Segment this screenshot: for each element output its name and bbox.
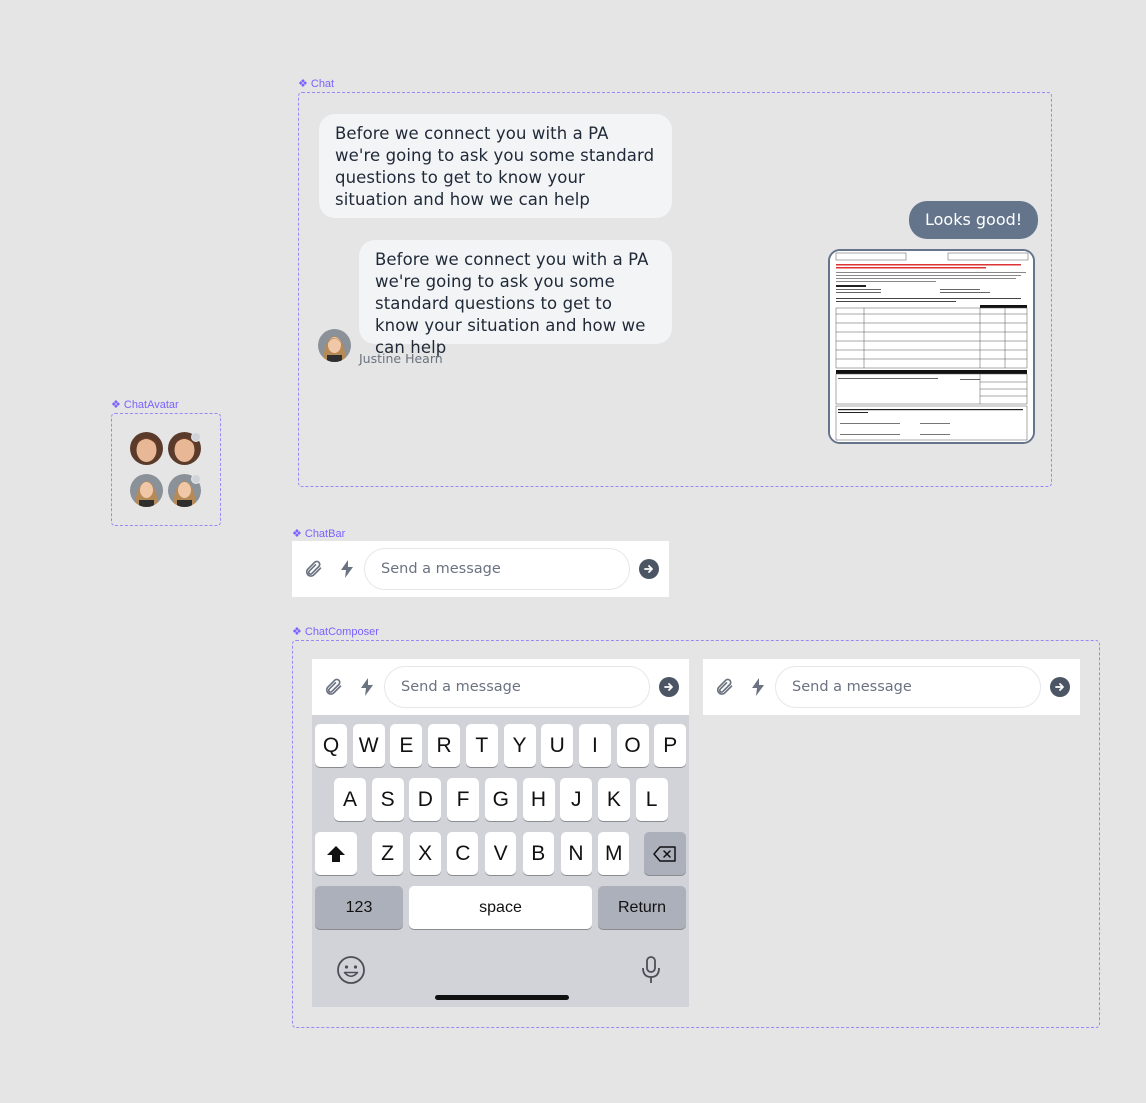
shift-key[interactable] bbox=[315, 832, 357, 875]
key-j[interactable]: J bbox=[560, 778, 593, 821]
reply-text: Looks good! bbox=[925, 210, 1023, 229]
chat-avatar-frame bbox=[111, 413, 221, 526]
shift-icon bbox=[327, 845, 345, 862]
message-input-placeholder: Send a message bbox=[401, 679, 521, 695]
key-h[interactable]: H bbox=[522, 778, 555, 821]
key-b[interactable]: B bbox=[522, 832, 554, 875]
chat-message-bubble: Before we connect you with a PA we're go… bbox=[319, 114, 672, 218]
arrow-right-icon bbox=[1055, 683, 1064, 691]
status-indicator bbox=[191, 432, 201, 442]
key-i[interactable]: I bbox=[578, 724, 611, 767]
lightning-icon[interactable] bbox=[336, 558, 358, 580]
key-t[interactable]: T bbox=[465, 724, 498, 767]
key-q[interactable]: Q bbox=[315, 724, 347, 767]
key-n[interactable]: N bbox=[560, 832, 592, 875]
send-button[interactable] bbox=[659, 677, 679, 697]
message-input-placeholder: Send a message bbox=[381, 561, 501, 577]
status-indicator bbox=[191, 474, 201, 484]
message-input[interactable]: Send a message bbox=[364, 548, 630, 590]
key-p[interactable]: P bbox=[654, 724, 687, 767]
arrow-right-icon bbox=[644, 565, 653, 573]
key-m[interactable]: M bbox=[598, 832, 630, 875]
avatar bbox=[130, 432, 163, 465]
key-f[interactable]: F bbox=[447, 778, 480, 821]
sender-name: Justine Hearn bbox=[359, 351, 443, 366]
numbers-key[interactable]: 123 bbox=[315, 886, 403, 929]
key-s[interactable]: S bbox=[371, 778, 404, 821]
key-y[interactable]: Y bbox=[503, 724, 536, 767]
message-input-placeholder: Send a message bbox=[792, 679, 912, 695]
chat-frame-label: ❖ Chat bbox=[298, 77, 335, 90]
home-indicator bbox=[435, 995, 569, 1000]
key-z[interactable]: Z bbox=[372, 832, 403, 875]
lightning-icon[interactable] bbox=[356, 676, 378, 698]
key-g[interactable]: G bbox=[484, 778, 517, 821]
composer-bar-with-keyboard: Send a message bbox=[312, 659, 689, 715]
chat-bar-frame-label: ❖ ChatBar bbox=[292, 527, 346, 540]
microphone-icon[interactable] bbox=[640, 955, 662, 985]
message-input[interactable]: Send a message bbox=[775, 666, 1041, 708]
sender-avatar bbox=[318, 329, 351, 362]
key-x[interactable]: X bbox=[409, 832, 441, 875]
emoji-icon[interactable] bbox=[336, 955, 366, 985]
reply-bubble: Looks good! bbox=[909, 201, 1039, 239]
arrow-right-icon bbox=[664, 683, 673, 691]
chat-avatar-frame-label: ❖ ChatAvatar bbox=[111, 398, 179, 411]
ios-keyboard: 123 space Return QWERTYUIOP ASDFGHJKL ZXCV… bbox=[312, 715, 689, 1007]
key-v[interactable]: V bbox=[485, 832, 517, 875]
document-attachment[interactable] bbox=[828, 249, 1035, 444]
key-a[interactable]: A bbox=[334, 778, 366, 821]
key-d[interactable]: D bbox=[409, 778, 442, 821]
chat-bar: Send a message bbox=[292, 541, 669, 597]
backspace-icon bbox=[653, 845, 676, 862]
paperclip-icon[interactable] bbox=[322, 676, 344, 698]
backspace-key[interactable] bbox=[644, 832, 686, 875]
avatar bbox=[130, 474, 163, 507]
key-k[interactable]: K bbox=[597, 778, 630, 821]
composer-bar: Send a message bbox=[703, 659, 1080, 715]
chat-composer-frame-label: ❖ ChatComposer bbox=[292, 625, 379, 638]
return-key[interactable]: Return bbox=[598, 886, 686, 929]
key-w[interactable]: W bbox=[352, 724, 385, 767]
send-button[interactable] bbox=[639, 559, 659, 579]
lightning-icon[interactable] bbox=[747, 676, 769, 698]
key-c[interactable]: C bbox=[447, 832, 479, 875]
message-input[interactable]: Send a message bbox=[384, 666, 650, 708]
paperclip-icon[interactable] bbox=[302, 558, 324, 580]
document-preview-icon bbox=[830, 251, 1033, 442]
chat-message-text: Before we connect you with a PA we're go… bbox=[375, 250, 649, 357]
chat-message-bubble-with-avatar: Before we connect you with a PA we're go… bbox=[359, 240, 672, 357]
key-l[interactable]: L bbox=[635, 778, 668, 821]
send-button[interactable] bbox=[1050, 677, 1070, 697]
key-u[interactable]: U bbox=[541, 724, 574, 767]
key-r[interactable]: R bbox=[428, 724, 461, 767]
key-o[interactable]: O bbox=[616, 724, 649, 767]
key-e[interactable]: E bbox=[390, 724, 423, 767]
space-key[interactable]: space bbox=[409, 886, 592, 929]
paperclip-icon[interactable] bbox=[713, 676, 735, 698]
chat-message-text: Before we connect you with a PA we're go… bbox=[335, 124, 655, 209]
